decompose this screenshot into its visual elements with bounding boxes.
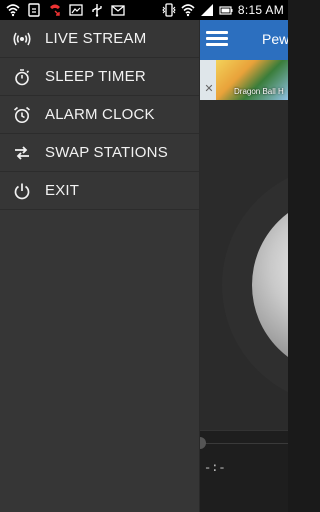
- time-readout: -:-: [204, 461, 226, 475]
- player-controls: -:-: [194, 430, 288, 512]
- drawer-item-swap-stations[interactable]: SWAP STATIONS: [0, 134, 199, 172]
- wifi-signal-icon: [181, 4, 195, 17]
- stopwatch-icon: [12, 67, 32, 87]
- mail-icon: [111, 5, 125, 16]
- broadcast-icon: [12, 29, 32, 49]
- ad-banner[interactable]: ✕ Dragon Ball H: [200, 60, 288, 100]
- player-area: [200, 100, 288, 450]
- swap-icon: [12, 143, 32, 163]
- status-time-suffix: AM: [265, 3, 284, 17]
- drawer-item-label: SLEEP TIMER: [45, 68, 146, 85]
- signal-icon: [200, 4, 213, 16]
- usb-icon: [92, 4, 102, 17]
- drawer-item-label: LIVE STREAM: [45, 30, 147, 47]
- drawer-item-label: SWAP STATIONS: [45, 144, 168, 161]
- sim-icon: [28, 3, 40, 17]
- alarm-clock-icon: [12, 105, 32, 125]
- app-header: Pew: [200, 20, 288, 60]
- status-time: 8:15 AM: [238, 3, 284, 17]
- disc-icon: [252, 195, 288, 375]
- wifi-icon: [6, 4, 20, 17]
- status-time-value: 8:15: [237, 3, 263, 17]
- ad-text: Dragon Ball H: [234, 87, 284, 96]
- missed-call-icon: [50, 4, 60, 16]
- status-bar: 8:15 AM: [0, 0, 288, 20]
- app-title: Pew: [262, 31, 288, 47]
- navigation-drawer: LIVE STREAM SLEEP TIMER ALARM CLOCK SWAP…: [0, 20, 200, 512]
- drawer-item-live-stream[interactable]: LIVE STREAM: [0, 20, 199, 58]
- drawer-item-sleep-timer[interactable]: SLEEP TIMER: [0, 58, 199, 96]
- drawer-item-alarm-clock[interactable]: ALARM CLOCK: [0, 96, 199, 134]
- picture-icon: [69, 4, 83, 16]
- vibrate-icon: [162, 3, 176, 17]
- hamburger-menu-icon[interactable]: [206, 28, 228, 50]
- drawer-item-label: EXIT: [45, 182, 80, 199]
- seek-bar[interactable]: [200, 443, 288, 444]
- drawer-item-label: ALARM CLOCK: [45, 106, 155, 123]
- battery-icon: [219, 6, 233, 15]
- power-icon: [12, 181, 32, 201]
- ad-close-icon[interactable]: ✕: [203, 83, 215, 95]
- drawer-item-exit[interactable]: EXIT: [0, 172, 199, 210]
